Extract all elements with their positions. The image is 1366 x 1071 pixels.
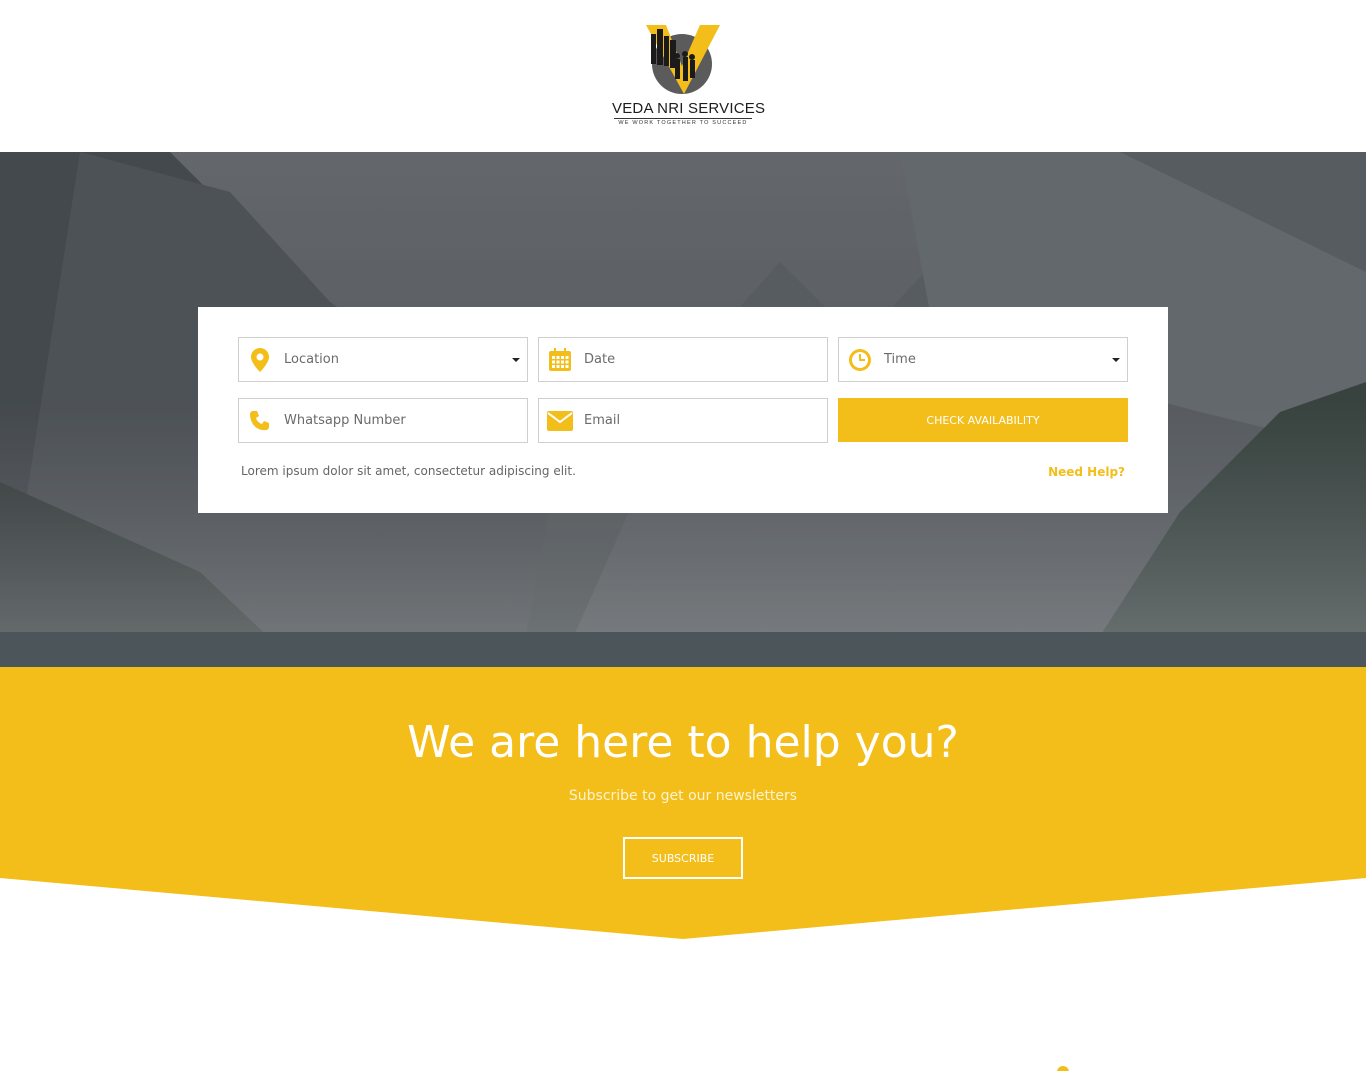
site-header: VEDA NRI SERVICES WE WORK TOGETHER TO SU…: [0, 0, 1366, 152]
chevron-down-icon: [512, 358, 520, 362]
time-select-label: Time: [884, 352, 916, 367]
email-field[interactable]: [538, 398, 828, 443]
need-help-link[interactable]: Need Help?: [1048, 465, 1125, 479]
location-pin-icon: [247, 347, 273, 373]
newsletter-subtitle: Subscribe to get our newsletters: [568, 788, 798, 804]
brand-name: VEDA NRI SERVICES: [612, 100, 766, 117]
email-input[interactable]: [584, 399, 819, 442]
whatsapp-number-input[interactable]: [284, 399, 519, 442]
newsletter-section: We are here to help you? Subscribe to ge…: [0, 667, 1366, 942]
hero-section: Location Time: [0, 152, 1366, 667]
calendar-icon: [547, 347, 573, 373]
v-skyline-logo-icon: [646, 25, 720, 94]
brand-tagline: WE WORK TOGETHER TO SUCCEED: [618, 120, 748, 126]
whatsapp-number-field[interactable]: [238, 398, 528, 443]
clock-icon: [847, 347, 873, 373]
phone-icon: [247, 408, 273, 434]
check-availability-button[interactable]: CHECK AVAILABILITY: [838, 398, 1128, 442]
newsletter-title: We are here to help you?: [407, 717, 959, 768]
chevron-down-icon: [1112, 358, 1120, 362]
date-input[interactable]: [584, 338, 819, 381]
date-field[interactable]: [538, 337, 828, 382]
brand-divider: [614, 118, 752, 119]
decorative-dot: [1057, 1066, 1069, 1071]
envelope-icon: [547, 408, 573, 434]
yellow-chevron-background: [0, 667, 1366, 939]
brand-logo[interactable]: VEDA NRI SERVICES WE WORK TOGETHER TO SU…: [612, 22, 766, 130]
subscribe-button[interactable]: SUBSCRIBE: [623, 837, 743, 879]
time-select[interactable]: Time: [838, 337, 1128, 382]
location-select[interactable]: Location: [238, 337, 528, 382]
booking-form-card: Location Time: [198, 307, 1168, 513]
location-select-label: Location: [284, 352, 339, 367]
booking-note: Lorem ipsum dolor sit amet, consectetur …: [241, 464, 576, 478]
